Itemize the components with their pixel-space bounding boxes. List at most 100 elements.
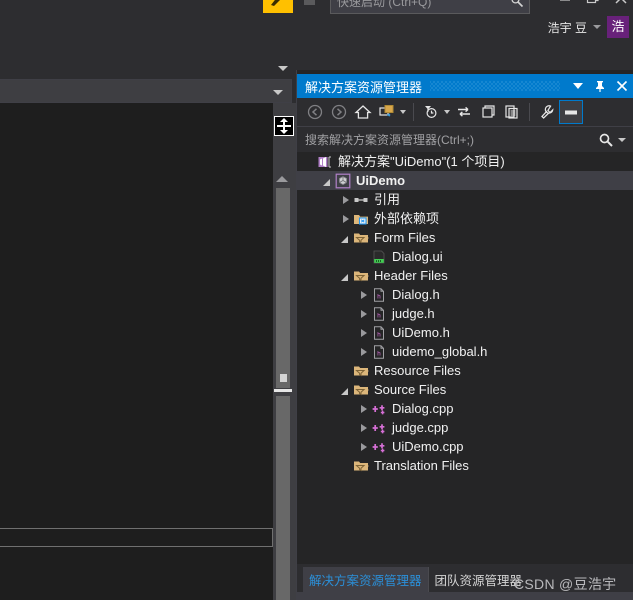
svg-text:h: h: [377, 312, 381, 319]
back-button[interactable]: [303, 100, 327, 124]
svg-text:h: h: [377, 331, 381, 338]
sync-document-icon[interactable]: [375, 100, 399, 124]
tree-item[interactable]: h Dialog.h: [297, 285, 633, 304]
chevron-right-icon[interactable]: [339, 212, 353, 226]
tree-item[interactable]: UiDemo: [297, 171, 633, 190]
show-all-files-button[interactable]: [500, 100, 524, 124]
tree-item[interactable]: h UiDemo.h: [297, 323, 633, 342]
highlighted-toolbar-button[interactable]: [263, 0, 293, 13]
search-input[interactable]: 搜索解决方案资源管理器(Ctrl+;): [305, 131, 598, 148]
close-icon[interactable]: [613, 0, 629, 6]
tree-item-label: 外部依赖项: [374, 211, 440, 226]
scrollbar-split-line: [274, 389, 292, 392]
header-file-icon: h: [371, 287, 387, 303]
tree-item[interactable]: Form Files: [297, 228, 633, 247]
user-name-label: 浩宇 豆: [547, 20, 587, 35]
window-menu-dropdown[interactable]: [568, 76, 588, 96]
pending-changes-filter-button[interactable]: [419, 100, 443, 124]
tree-expander-placeholder: [357, 250, 371, 264]
tree-item-label: judge.h: [392, 306, 435, 321]
chevron-down-icon[interactable]: [593, 25, 601, 29]
chevron-right-icon[interactable]: [357, 288, 371, 302]
tree-item[interactable]: h judge.h: [297, 304, 633, 323]
chevron-right-icon[interactable]: [339, 193, 353, 207]
quick-launch-input[interactable]: 快速启动 (Ctrl+Q): [337, 0, 431, 11]
svg-text:h: h: [377, 350, 381, 357]
scrollbar-thumb-lower[interactable]: [276, 396, 290, 600]
scrollbar-thumb-upper[interactable]: [276, 188, 290, 388]
forward-button[interactable]: [327, 100, 351, 124]
tree-item[interactable]: 解决方案"UiDemo"(1 个项目): [297, 152, 633, 171]
watermark-label: CSDN @豆浩宇: [514, 576, 617, 592]
header-file-icon: h: [371, 306, 387, 322]
tree-item[interactable]: judge.cpp: [297, 418, 633, 437]
chevron-down-icon[interactable]: [321, 174, 335, 188]
tree-item-label: Source Files: [374, 382, 447, 397]
editor-member-dropdown[interactable]: [0, 79, 292, 103]
chevron-right-icon[interactable]: [357, 307, 371, 321]
tree-item[interactable]: Source Files: [297, 380, 633, 399]
chevron-right-icon[interactable]: [357, 345, 371, 359]
scroll-up-arrow-icon[interactable]: [276, 176, 288, 182]
tree-item[interactable]: Dialog.cpp: [297, 399, 633, 418]
toolbar-separator: [413, 103, 414, 121]
properties-button[interactable]: [535, 100, 559, 124]
vs-title-bar: 快速启动 (Ctrl+Q) 浩宇 豆 浩: [0, 0, 633, 46]
tab-team-explorer[interactable]: 团队资源管理器: [427, 567, 529, 594]
refresh-button[interactable]: [452, 100, 476, 124]
editor-focus-outline: [0, 528, 273, 547]
restore-icon[interactable]: [585, 0, 601, 6]
filter-folder-icon: [353, 268, 369, 284]
home-button[interactable]: [351, 100, 375, 124]
scrollbar-marker: [280, 374, 287, 382]
tree-item[interactable]: UiDemo.cpp: [297, 437, 633, 456]
tree-item[interactable]: h uidemo_global.h: [297, 342, 633, 361]
tree-item[interactable]: Dialog.ui: [297, 247, 633, 266]
application-window: 快速启动 (Ctrl+Q) 浩宇 豆 浩 解决方案资源管理器 搜索解决方案资源管…: [0, 0, 633, 600]
editor-navigation-bar: [0, 46, 296, 103]
tree-item[interactable]: Translation Files: [297, 456, 633, 475]
chevron-down-icon[interactable]: [339, 231, 353, 245]
chevron-down-icon[interactable]: [278, 66, 288, 71]
vertical-resize-cursor: [274, 116, 294, 136]
chevron-right-icon[interactable]: [357, 421, 371, 435]
preview-selected-items-button[interactable]: [559, 100, 583, 124]
tree-item[interactable]: Header Files: [297, 266, 633, 285]
header-file-icon: h: [371, 344, 387, 360]
tree-item[interactable]: 引用: [297, 190, 633, 209]
tree-expander-placeholder: [339, 459, 353, 473]
pin-icon[interactable]: [590, 76, 610, 96]
chevron-down-icon[interactable]: [444, 110, 450, 114]
code-editor-surface[interactable]: [0, 103, 273, 600]
tree-expander-placeholder: [303, 155, 317, 169]
tree-item[interactable]: Resource Files: [297, 361, 633, 380]
tree-item-label: Dialog.h: [392, 287, 440, 302]
chevron-down-icon[interactable]: [273, 90, 283, 95]
user-account-area[interactable]: 浩宇 豆 浩: [548, 16, 629, 38]
editor-region: [0, 46, 296, 600]
avatar[interactable]: 浩: [607, 16, 629, 38]
chevron-right-icon[interactable]: [357, 326, 371, 340]
chevron-right-icon[interactable]: [357, 402, 371, 416]
minimize-icon[interactable]: [557, 0, 573, 6]
collapse-all-button[interactable]: [476, 100, 500, 124]
tree-item-label: Dialog.cpp: [392, 401, 454, 416]
chevron-down-icon: [573, 83, 583, 89]
cpp-file-icon: [371, 439, 387, 455]
toolbar-separator: [529, 103, 530, 121]
search-bar[interactable]: 搜索解决方案资源管理器(Ctrl+;): [297, 126, 633, 152]
solution-tree[interactable]: 解决方案"UiDemo"(1 个项目) UiDemo 引用外部依赖项 Form Fil…: [297, 152, 633, 564]
chevron-down-icon[interactable]: [339, 383, 353, 397]
close-icon[interactable]: [612, 76, 632, 96]
chevron-down-icon[interactable]: [339, 269, 353, 283]
chevron-down-icon[interactable]: [618, 137, 626, 142]
quick-launch-box[interactable]: 快速启动 (Ctrl+Q): [330, 0, 530, 14]
tab-solution-explorer[interactable]: 解决方案资源管理器: [303, 567, 428, 594]
chevron-down-icon[interactable]: [400, 110, 406, 114]
toolbar-overflow-icon[interactable]: [304, 0, 315, 5]
chevron-right-icon[interactable]: [357, 440, 371, 454]
tree-item[interactable]: 外部依赖项: [297, 209, 633, 228]
search-icon[interactable]: [598, 132, 614, 148]
tree-expander-placeholder: [339, 364, 353, 378]
solution-explorer-titlebar[interactable]: 解决方案资源管理器: [297, 74, 633, 98]
